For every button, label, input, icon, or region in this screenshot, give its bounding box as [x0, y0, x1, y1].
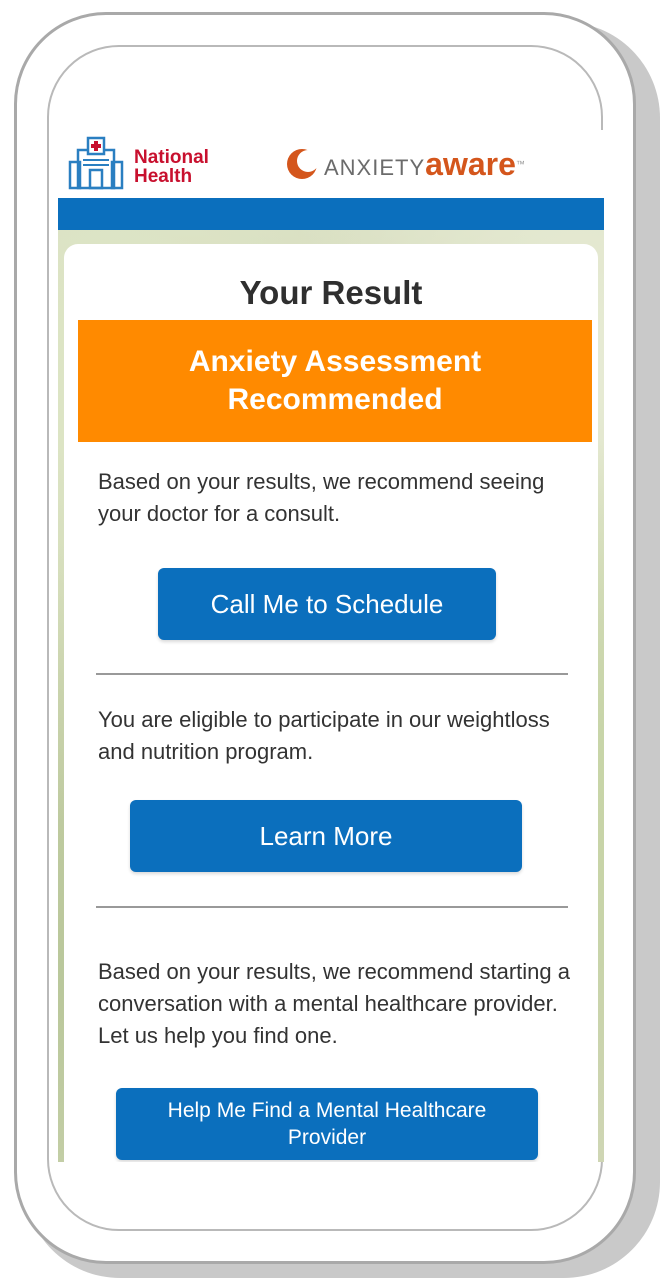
- divider-2: [96, 906, 568, 908]
- divider-1: [96, 673, 568, 675]
- result-title: Your Result: [239, 274, 423, 311]
- call-me-to-schedule-button[interactable]: Call Me to Schedule: [158, 568, 496, 640]
- content-layer: Your Result Anxiety Assessment Recommend…: [58, 130, 604, 1162]
- section-3-text: Based on your results, we recommend star…: [98, 959, 571, 1048]
- result-banner: Anxiety Assessment Recommended: [78, 320, 592, 442]
- section-2-text: You are eligible to participate in our w…: [98, 707, 550, 764]
- find-mental-healthcare-provider-button[interactable]: Help Me Find a Mental Healthcare Provide…: [116, 1088, 538, 1160]
- learn-more-button[interactable]: Learn More: [130, 800, 522, 872]
- section-1-text: Based on your results, we recommend seei…: [98, 469, 545, 526]
